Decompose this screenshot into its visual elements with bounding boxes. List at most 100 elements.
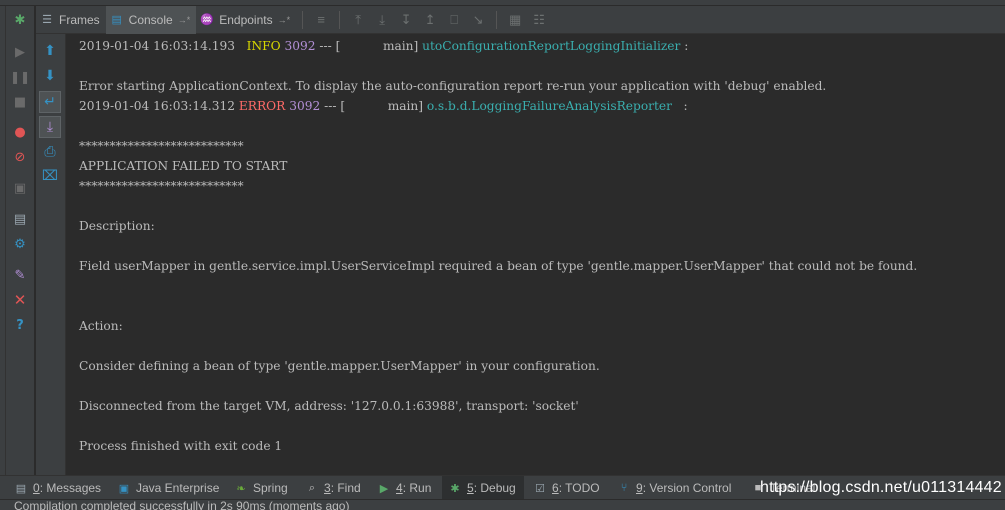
console-pin-icon[interactable]: →*: [178, 15, 191, 25]
log-logger: o.s.b.d.LoggingFailureAnalysisReporter: [426, 99, 672, 113]
version-control-label: : Version Control: [642, 481, 732, 495]
scroll-to-end-icon[interactable]: ⤓: [39, 116, 61, 138]
debug-tab-bar: ☰ Frames ▤ Console →* ♒ Endpoints →* ≡ ⤒…: [36, 5, 1005, 34]
todo-label: : TODO: [558, 481, 600, 495]
tool-tab-version-control[interactable]: ⑂ 9: Version Control: [617, 476, 732, 500]
trace-icon[interactable]: ☷: [527, 6, 551, 34]
find-icon: ⌕: [308, 481, 316, 494]
step-into-icon[interactable]: ⤓: [370, 6, 394, 34]
stars-line: ***************************: [79, 139, 244, 153]
find-label: : Find: [330, 481, 361, 495]
tab-endpoints-label: Endpoints: [219, 12, 273, 27]
step-over-icon[interactable]: ⤒: [346, 6, 370, 34]
show-execution-point-icon[interactable]: ≡: [309, 6, 333, 34]
tab-console[interactable]: ▤ Console →*: [105, 5, 197, 34]
log-separator: :: [671, 99, 688, 113]
run-to-cursor-icon[interactable]: ↘: [466, 6, 490, 34]
mute-breakpoints-icon[interactable]: ⊘: [10, 147, 30, 167]
tab-endpoints[interactable]: ♒ Endpoints →*: [196, 6, 296, 34]
close-icon[interactable]: ✕: [10, 290, 30, 310]
log-level-error: ERROR: [238, 99, 286, 113]
log-timestamp: 2019-01-04 16:03:14.312: [79, 99, 236, 113]
version-control-icon: ⑂: [620, 482, 628, 494]
layout-icon[interactable]: ▤: [10, 209, 30, 229]
down-arrow-icon[interactable]: ⬇: [39, 65, 61, 87]
resume-icon[interactable]: ▶: [10, 42, 30, 62]
up-arrow-icon[interactable]: ⬆: [39, 40, 61, 62]
tool-tab-java-enterprise[interactable]: ▣ Java Enterprise: [117, 476, 220, 500]
messages-key: 0: [33, 481, 40, 495]
tool-tab-debug[interactable]: ✱ 5: Debug: [442, 476, 524, 500]
disconnected-line: Disconnected from the target VM, address…: [79, 399, 579, 413]
clear-icon[interactable]: ⌧: [39, 165, 61, 187]
drop-frame-icon[interactable]: ⎕: [442, 6, 466, 34]
endpoints-pin-icon[interactable]: →*: [278, 15, 291, 25]
todo-key: 6: [552, 481, 559, 495]
action-heading: Action:: [79, 319, 123, 333]
log-timestamp: 2019-01-04 16:03:14.193: [79, 39, 236, 53]
run-key: 4: [396, 481, 403, 495]
log-separator: :: [680, 39, 689, 53]
debug-toolbar: ✱ ▶ ❚❚ ■ ● ⊘ ▣ ▤ ⚙ ✎ ✕ ?: [6, 6, 35, 475]
pin-icon[interactable]: ✎: [10, 265, 30, 285]
spring-label: Spring: [253, 481, 288, 495]
tool-tab-find[interactable]: ⌕ 3: Find: [305, 476, 361, 500]
spring-icon: ❧: [236, 482, 246, 495]
tool-tab-messages[interactable]: ▤ 0: Messages: [14, 476, 101, 500]
messages-icon: ▤: [15, 482, 27, 495]
toolbar-separator: [302, 10, 304, 29]
debug-icon: ✱: [450, 482, 460, 495]
tab-console-label: Console: [128, 12, 173, 27]
console-output[interactable]: 2019-01-04 16:03:14.193 INFO 3092 --- [ …: [67, 34, 1005, 475]
log-thread: --- [ main]: [315, 39, 423, 53]
log-logger: utoConfigurationReportLoggingInitializer: [422, 39, 681, 53]
toolbar-separator: [339, 10, 341, 29]
java-enterprise-icon: ▣: [118, 482, 130, 495]
log-level-info: INFO: [242, 39, 281, 53]
log-thread: --- [ main]: [320, 99, 427, 113]
settings-icon[interactable]: ⚙: [10, 234, 30, 254]
tab-frames[interactable]: ☰ Frames: [36, 6, 106, 34]
print-icon[interactable]: ⎙: [39, 141, 61, 163]
tab-frames-label: Frames: [59, 12, 100, 27]
console-toolbar: ⬆ ⬇ ↵ ⤓ ⎙ ⌧: [36, 34, 66, 475]
console-icon: ▤: [111, 14, 122, 26]
pause-icon[interactable]: ❚❚: [10, 67, 30, 87]
description-heading: Description:: [79, 219, 155, 233]
toolbar-separator: [496, 10, 498, 29]
frames-icon: ☰: [42, 14, 52, 26]
evaluate-expression-icon[interactable]: ▦: [503, 6, 527, 34]
consider-line: Consider defining a bean of type 'gentle…: [79, 359, 600, 373]
log-pid: 3092: [289, 99, 321, 113]
run-icon: ▶: [379, 482, 389, 495]
camera-icon[interactable]: ▣: [10, 178, 30, 198]
field-error-line: Field userMapper in gentle.service.impl.…: [79, 259, 918, 273]
status-text: Compilation completed successfully in 2s…: [14, 499, 350, 510]
tool-tab-run[interactable]: ▶ 4: Run: [377, 476, 432, 500]
endpoints-icon: ♒: [200, 14, 215, 26]
force-step-into-icon[interactable]: ↧: [394, 6, 418, 34]
java-enterprise-label: Java Enterprise: [136, 481, 220, 495]
log-pid: 3092: [284, 39, 316, 53]
soft-wrap-icon[interactable]: ↵: [39, 91, 61, 113]
stars-line: ***************************: [79, 179, 244, 193]
help-icon[interactable]: ?: [10, 315, 30, 335]
step-out-icon[interactable]: ↥: [418, 6, 442, 34]
process-finished-line: Process finished with exit code 1: [79, 439, 283, 453]
error-starting-line: Error starting ApplicationContext. To di…: [79, 79, 827, 93]
todo-icon: ☑: [535, 482, 545, 495]
status-bar: Compilation completed successfully in 2s…: [0, 499, 1005, 510]
log-line-error: 2019-01-04 16:03:14.312 ERROR 3092 --- […: [79, 96, 688, 116]
debug-key: 5: [467, 481, 474, 495]
tool-tab-spring[interactable]: ❧ Spring: [234, 476, 288, 500]
run-label: : Run: [402, 481, 432, 495]
debug-label: : Debug: [473, 481, 516, 495]
watermark-text: https://blog.csdn.net/u011314442: [760, 479, 1002, 496]
find-key: 3: [324, 481, 331, 495]
breakpoints-icon[interactable]: ●: [10, 122, 30, 142]
tool-tab-todo[interactable]: ☑ 6: TODO: [533, 476, 600, 500]
stop-icon[interactable]: ■: [10, 92, 30, 112]
failed-to-start-line: APPLICATION FAILED TO START: [79, 159, 288, 173]
bug-icon[interactable]: ✱: [10, 10, 30, 30]
messages-label: : Messages: [39, 481, 102, 495]
